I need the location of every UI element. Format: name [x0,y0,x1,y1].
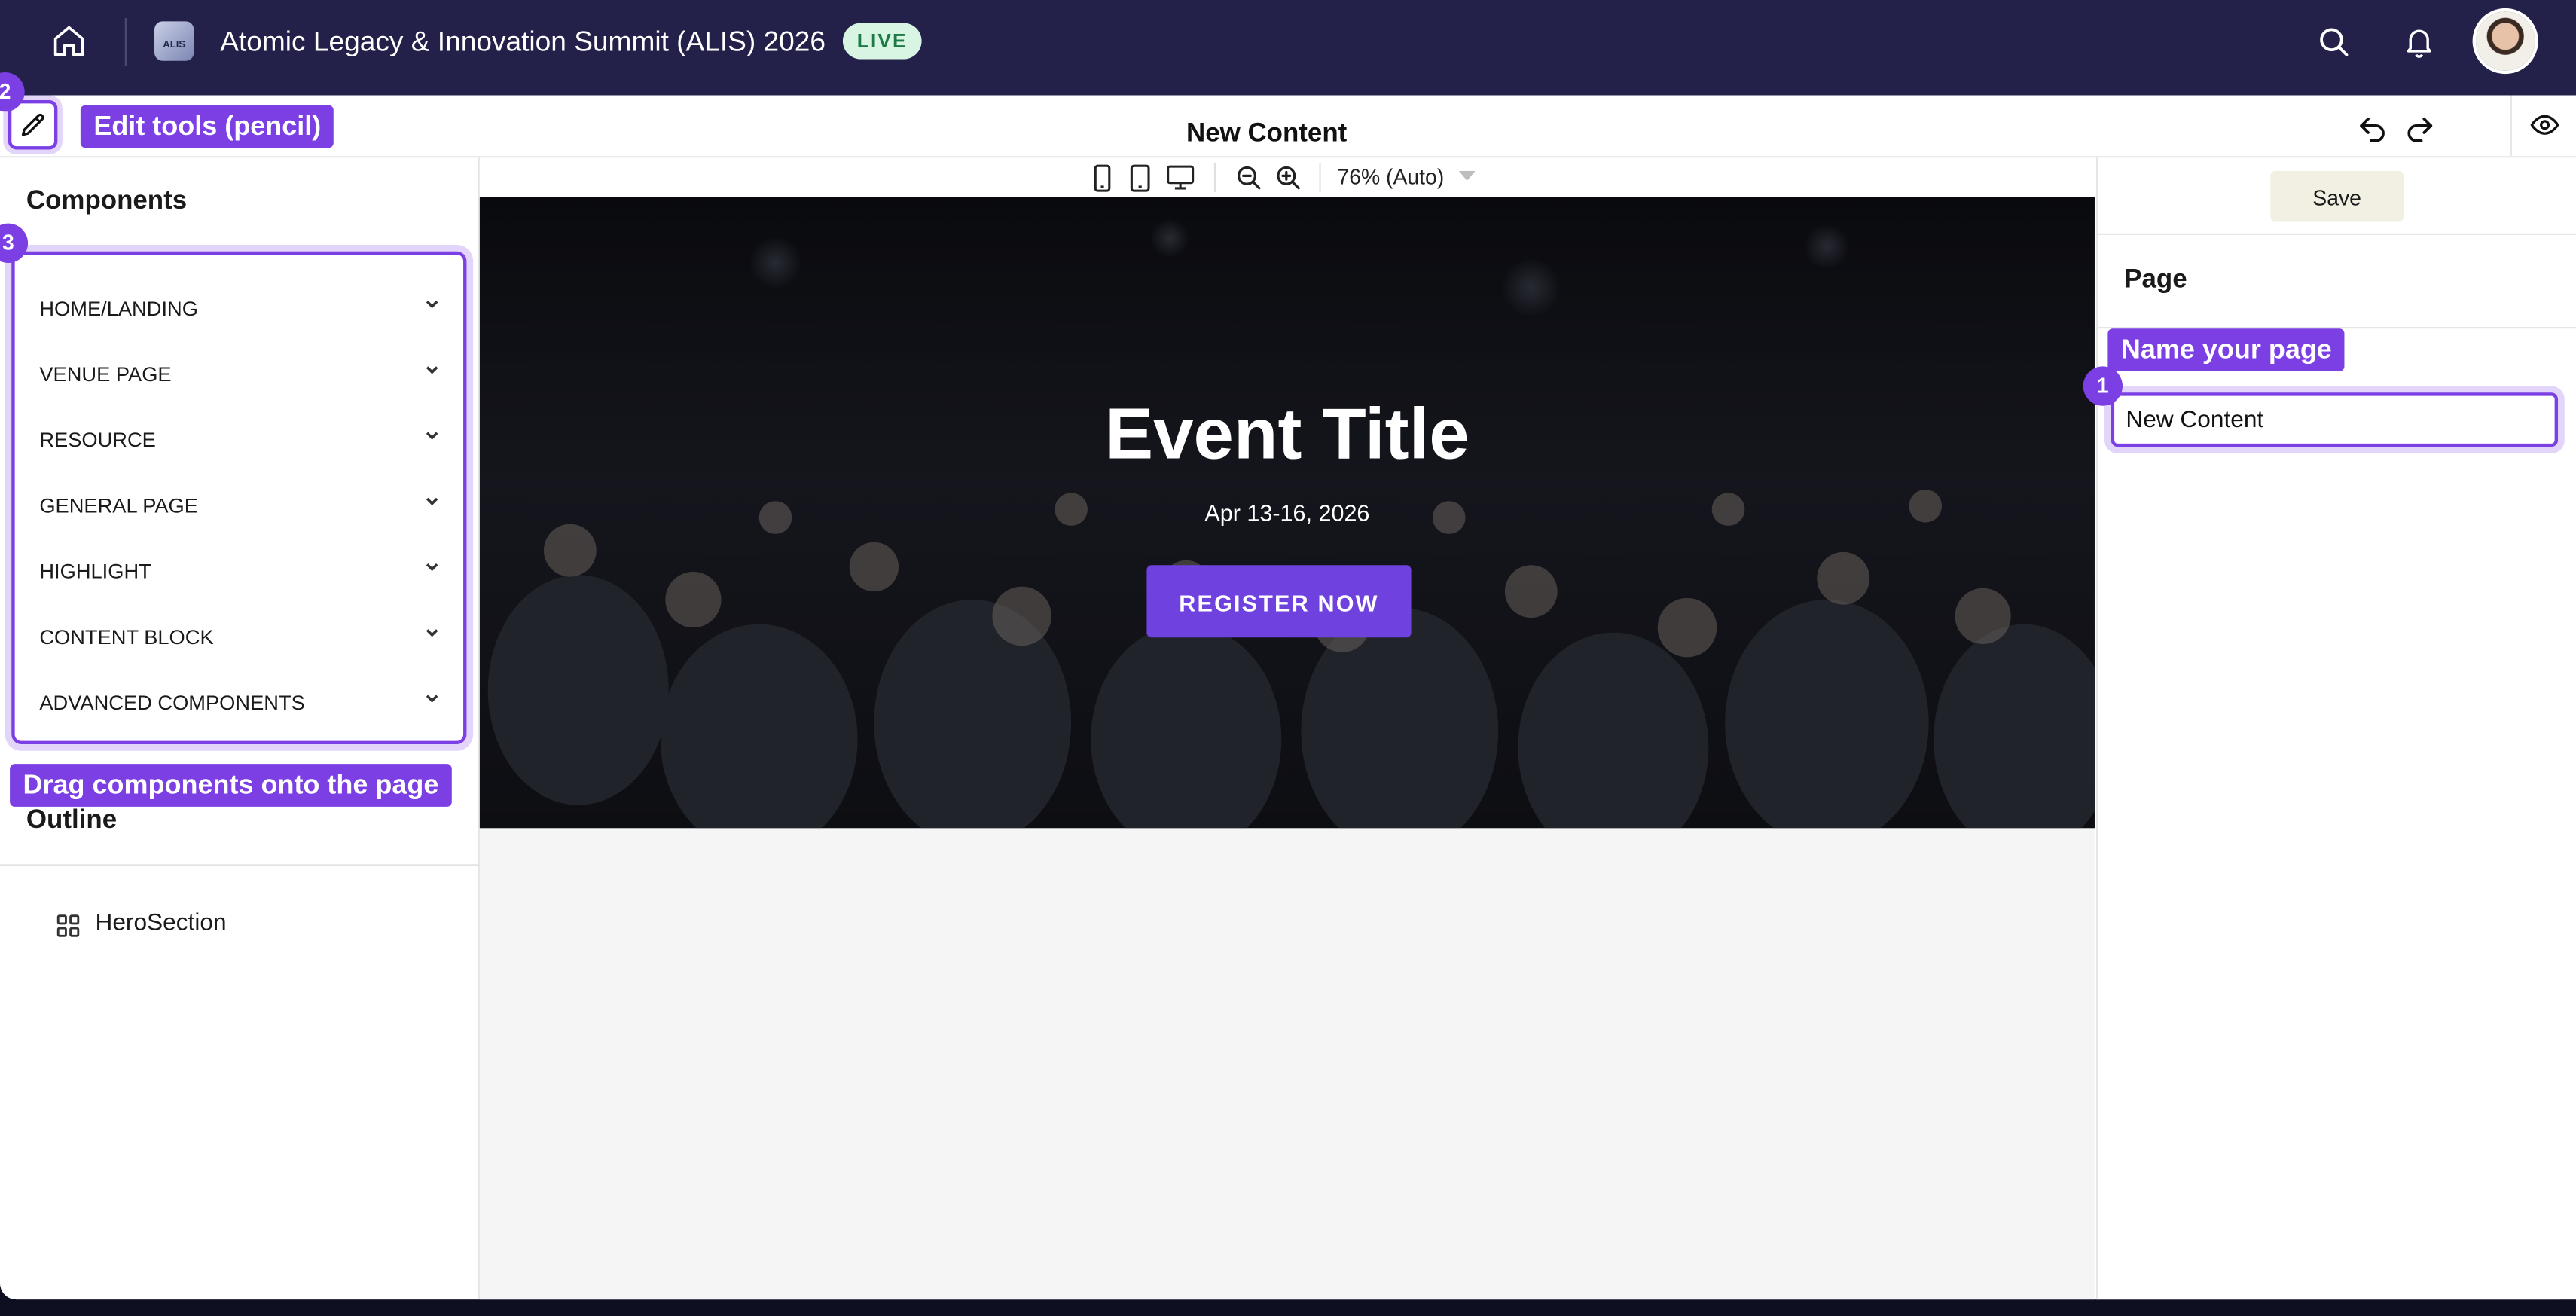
editor-toolbar: New Content [0,95,2576,158]
viewport-toolbar: 76% (Auto) [479,157,2095,197]
chevron-down-icon [423,689,442,708]
register-now-button[interactable]: REGISTER NOW [1146,565,1412,638]
chevron-down-icon [423,623,442,643]
component-category-general-page[interactable]: GENERAL PAGE [39,484,441,524]
components-list: HOME/LANDING VENUE PAGE RESOURCE GENERAL… [11,251,467,745]
tutorial-tip-edit-tools: Edit tools (pencil) [80,105,334,148]
hero-section[interactable]: Event Title Apr 13-16, 2026 REGISTER NOW [479,197,2095,829]
mobile-view-icon[interactable] [1091,164,1114,192]
event-title: Atomic Legacy & Innovation Summit (ALIS)… [220,26,826,58]
toolbar-divider [1213,162,1216,193]
outline-heading: Outline [26,806,118,835]
component-category-label: ADVANCED COMPONENTS [39,692,305,715]
eye-icon [2529,110,2562,139]
component-category-label: HOME/LANDING [39,297,198,321]
component-category-label: GENERAL PAGE [39,494,198,518]
components-heading: Components [26,187,188,215]
event-logo: ALIS [154,21,194,61]
chevron-down-icon [423,294,442,313]
zoom-level-select[interactable]: 76% (Auto) [1337,164,1444,189]
user-avatar[interactable] [2475,11,2535,71]
zoom-in-icon[interactable] [1275,164,1302,191]
tablet-view-icon[interactable] [1128,164,1152,192]
toolbar-divider [1319,162,1321,193]
save-button[interactable]: Save [2270,170,2404,222]
outline-divider [0,864,478,866]
tutorial-tip-name-page: Name your page [2107,328,2346,371]
desktop-view-icon[interactable] [1167,164,1195,191]
chevron-down-icon [423,426,442,445]
top-header-bar: ALIS Atomic Legacy & Innovation Summit (… [0,0,2576,96]
component-category-label: CONTENT BLOCK [39,625,214,649]
tutorial-step-badge-1: 1 [2083,366,2123,406]
component-category-advanced-components[interactable]: ADVANCED COMPONENTS [39,682,441,721]
panel-divider [2098,233,2576,235]
component-category-venue-page[interactable]: VENUE PAGE [39,353,441,392]
page-settings-heading: Page [2124,266,2187,295]
grid-component-icon [56,914,81,939]
preview-toggle[interactable] [2510,95,2576,157]
home-icon[interactable] [51,23,87,60]
component-category-label: VENUE PAGE [39,363,172,386]
component-category-resource[interactable]: RESOURCE [39,419,441,458]
page-name-input[interactable] [2111,392,2559,447]
chevron-down-icon [423,360,442,380]
component-category-content-block[interactable]: CONTENT BLOCK [39,616,441,655]
search-icon[interactable] [2316,25,2351,60]
live-status-badge: LIVE [842,23,922,60]
tutorial-tip-drag-components: Drag components onto the page [10,764,452,807]
component-category-label: RESOURCE [39,429,156,452]
hero-date[interactable]: Apr 13-16, 2026 [480,499,2095,526]
chevron-down-icon [423,557,442,576]
component-category-highlight[interactable]: HIGHLIGHT [39,551,441,590]
component-category-label: HIGHLIGHT [39,560,151,584]
undo-icon[interactable] [2356,113,2389,146]
caret-down-icon[interactable] [1458,170,1476,182]
component-category-home-landing[interactable]: HOME/LANDING [39,288,441,327]
header-divider [124,17,127,66]
left-sidebar: Components HOME/LANDING VENUE PAGE RESOU… [0,157,480,1300]
redo-icon[interactable] [2404,113,2437,146]
pencil-icon [18,110,47,139]
page-title: New Content [1186,120,1348,148]
notification-bell-icon[interactable] [2402,23,2437,60]
hero-title[interactable]: Event Title [480,394,2095,476]
outline-item-label: HeroSection [95,910,227,937]
chevron-down-icon [423,491,442,511]
zoom-out-icon[interactable] [1235,164,1262,191]
